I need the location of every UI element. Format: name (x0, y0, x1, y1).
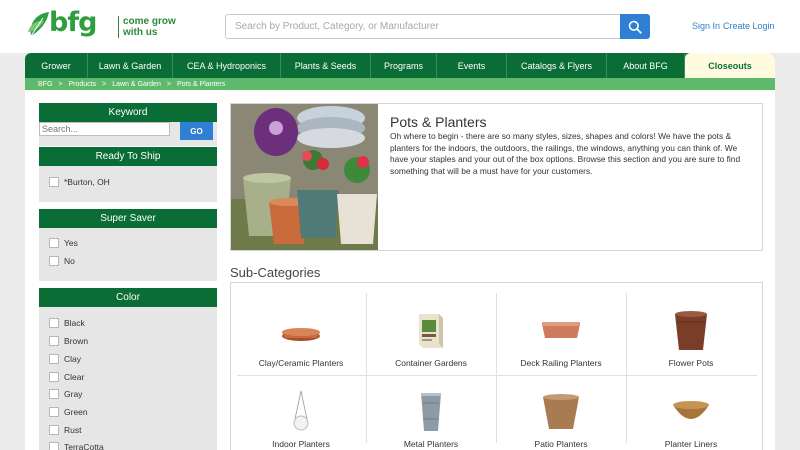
subcategory-label: Clay/Ceramic Planters (258, 358, 344, 368)
option-label: Green (64, 407, 88, 417)
nav-grower[interactable]: Grower (25, 53, 88, 78)
breadcrumb: BFG > Products > Lawn & Garden > Pots & … (25, 78, 775, 90)
site-header: bfg come grow with us Sign In Create Log… (0, 0, 800, 53)
leaf-icon (28, 12, 49, 37)
checkbox[interactable] (49, 256, 59, 266)
filter-option-brown[interactable]: Brown (49, 335, 88, 347)
nav-lawn-garden[interactable]: Lawn & Garden (88, 53, 173, 78)
breadcrumb-separator: > (102, 80, 107, 88)
filter-option-yes[interactable]: Yes (49, 237, 78, 249)
category-description: Oh where to begin - there are so many st… (390, 131, 741, 177)
subcategory-container-gardens[interactable]: Container Gardens (366, 294, 496, 375)
search-icon (628, 20, 642, 34)
subcategory-deck-railing-planters[interactable]: Deck Railing Planters (496, 294, 626, 375)
filter-option-black[interactable]: Black (49, 317, 85, 329)
hanging-planter-image (293, 390, 309, 431)
filter-option-rust[interactable]: Rust (49, 424, 81, 436)
nav-cea-hydroponics[interactable]: CEA & Hydroponics (173, 53, 281, 78)
subcategories-grid: Clay/Ceramic Planters Container Gardens … (230, 282, 763, 450)
checkbox[interactable] (49, 318, 59, 328)
tagline-line-1: come grow (123, 16, 176, 27)
keyword-search-input[interactable] (39, 122, 170, 136)
checkbox[interactable] (49, 442, 59, 450)
create-login-link[interactable]: Create Login (723, 21, 775, 31)
search-input[interactable] (225, 14, 621, 39)
subcategory-metal-planters[interactable]: Metal Planters (366, 375, 496, 450)
nav-programs[interactable]: Programs (371, 53, 437, 78)
checkbox[interactable] (49, 389, 59, 399)
option-label: Brown (64, 336, 89, 346)
patio-planter-image (543, 394, 579, 429)
subcategory-flower-pots[interactable]: Flower Pots (626, 294, 756, 375)
filter-option-no[interactable]: No (49, 255, 75, 267)
option-label: Yes (64, 238, 78, 248)
nav-about-bfg[interactable]: About BFG (607, 53, 685, 78)
subcategory-clay-ceramic-planters[interactable]: Clay/Ceramic Planters (236, 294, 366, 375)
filter-option-terracotta[interactable]: TerraCotta (49, 441, 104, 450)
ready-to-ship-heading: Ready To Ship (39, 147, 217, 166)
tagline-line-2: with us (123, 27, 158, 38)
subcategory-label: Metal Planters (403, 439, 459, 449)
breadcrumb-pots-planters[interactable]: Pots & Planters (177, 81, 225, 88)
checkbox[interactable] (49, 372, 59, 382)
breadcrumb-lawn-garden[interactable]: Lawn & Garden (112, 81, 161, 88)
filter-option-green[interactable]: Green (49, 406, 88, 418)
keyword-heading: Keyword (39, 103, 217, 122)
checkbox[interactable] (49, 238, 59, 248)
option-label: *Burton, OH (64, 177, 110, 187)
option-label: Clay (64, 354, 82, 364)
option-label: Black (64, 318, 85, 328)
filter-option-burton-oh[interactable]: *Burton, OH (49, 176, 110, 188)
subcategory-label: Patio Planters (534, 439, 588, 449)
breadcrumb-separator: > (58, 80, 63, 88)
nav-catalogs-flyers[interactable]: Catalogs & Flyers (507, 53, 607, 78)
nav-plants-seeds[interactable]: Plants & Seeds (281, 53, 371, 78)
deck-railing-planter-image (542, 322, 580, 338)
subcategory-label: Container Gardens (395, 358, 467, 368)
subcategories-heading: Sub-Categories (230, 265, 321, 280)
checkbox[interactable] (49, 336, 59, 346)
container-garden-kit-image (419, 314, 443, 348)
checkbox[interactable] (49, 425, 59, 435)
subcategory-label: Planter Liners (664, 439, 718, 449)
subcategory-indoor-planters[interactable]: Indoor Planters (236, 375, 366, 450)
coco-liner-image (673, 401, 709, 419)
checkbox[interactable] (49, 407, 59, 417)
flower-pot-image (675, 311, 707, 350)
checkbox[interactable] (49, 354, 59, 364)
search-button[interactable] (620, 14, 650, 39)
keyword-go-button[interactable]: GO (180, 122, 213, 140)
nav-events[interactable]: Events (437, 53, 507, 78)
option-label: Rust (64, 425, 82, 435)
bfg-logo[interactable]: bfg come grow with us (27, 7, 177, 42)
logo-wordmark: bfg (49, 7, 97, 38)
checkbox[interactable] (49, 177, 59, 187)
pots-planters-photo (231, 104, 378, 250)
color-heading: Color (39, 288, 217, 307)
breadcrumb-products[interactable]: Products (68, 81, 96, 88)
subcategory-planter-liners[interactable]: Planter Liners (626, 375, 756, 450)
option-label: No (64, 256, 75, 266)
logo-tagline: come grow with us (118, 16, 176, 38)
sign-in-link[interactable]: Sign In (692, 21, 720, 31)
filter-option-gray[interactable]: Gray (49, 388, 82, 400)
subcategory-patio-planters[interactable]: Patio Planters (496, 375, 626, 450)
breadcrumb-separator: > (166, 80, 171, 88)
metal-bucket-image (421, 393, 441, 431)
subcategory-label: Indoor Planters (272, 439, 330, 449)
filter-option-clear[interactable]: Clear (49, 371, 84, 383)
category-title: Pots & Planters (390, 114, 487, 130)
subcategory-label: Flower Pots (668, 358, 714, 368)
breadcrumb-bfg[interactable]: BFG (38, 81, 52, 88)
main-nav: Grower Lawn & Garden CEA & Hydroponics P… (25, 53, 775, 78)
option-label: Gray (64, 389, 83, 399)
filter-option-clay[interactable]: Clay (49, 353, 81, 365)
category-hero-image (231, 104, 378, 250)
clay-saucer-image (282, 328, 320, 341)
option-label: TerraCotta (64, 442, 104, 450)
super-saver-heading: Super Saver (39, 209, 217, 228)
subcategory-label: Deck Railing Planters (520, 358, 602, 368)
option-label: Clear (64, 372, 85, 382)
nav-closeouts[interactable]: Closeouts (685, 53, 775, 78)
